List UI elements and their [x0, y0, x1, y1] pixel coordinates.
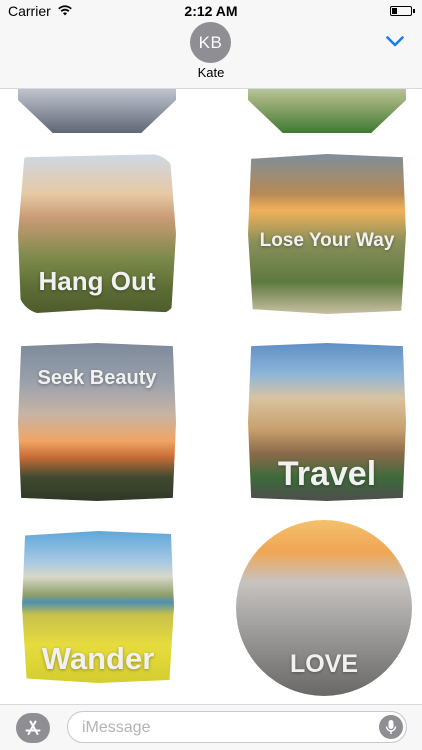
sticker-label: Seek Beauty — [37, 367, 157, 389]
contact-name[interactable]: Kate — [0, 65, 422, 80]
sticker-label: Hang Out — [38, 266, 156, 296]
sticker-love[interactable]: LOVE — [236, 520, 412, 696]
sticker-grid: Hang Out Lose Your Way Seek Beauty Trave… — [0, 88, 422, 704]
message-input-bar — [0, 704, 422, 750]
sticker-label: Travel — [277, 455, 377, 493]
battery-icon — [390, 6, 415, 16]
sticker-partial-left[interactable] — [18, 88, 176, 133]
sticker-travel[interactable]: Travel — [248, 343, 406, 501]
sticker-label: Wander — [41, 641, 155, 676]
app-store-icon — [25, 720, 41, 735]
microphone-button[interactable] — [379, 715, 403, 739]
contact-avatar[interactable]: KB — [190, 22, 231, 63]
status-time: 2:12 AM — [184, 3, 238, 19]
sticker-hang-out[interactable]: Hang Out — [18, 154, 176, 314]
conversation-header: Carrier 2:12 AM KB Kate — [0, 0, 422, 89]
sticker-seek-beauty[interactable]: Seek Beauty — [18, 343, 176, 501]
status-bar: Carrier 2:12 AM — [0, 0, 422, 22]
sticker-partial-right[interactable] — [248, 88, 406, 133]
microphone-icon — [385, 720, 397, 734]
imessage-field[interactable] — [67, 711, 407, 743]
sticker-wander[interactable]: Wander — [22, 531, 174, 683]
message-input[interactable] — [80, 716, 374, 740]
sticker-lose-your-way[interactable]: Lose Your Way — [248, 154, 406, 314]
sticker-label: LOVE — [289, 650, 359, 678]
app-store-button[interactable] — [16, 713, 50, 743]
sticker-label: Lose Your Way — [259, 230, 395, 251]
chevron-down-icon[interactable] — [386, 36, 404, 47]
